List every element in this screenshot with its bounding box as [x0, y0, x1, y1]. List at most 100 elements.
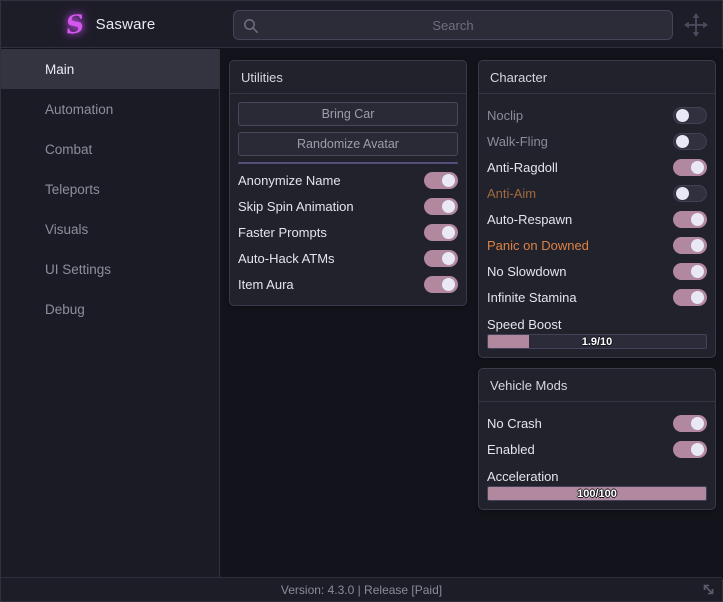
utilities-buttons: Bring Car Randomize Avatar — [238, 102, 458, 156]
toggle-label: No Crash — [487, 415, 542, 431]
toggle-knob — [691, 212, 704, 226]
character-panel: Character Noclip Walk-Fling Anti-Ragdoll… — [478, 60, 716, 358]
toggle-label: Panic on Downed — [487, 237, 589, 253]
toggle-knob — [691, 264, 704, 278]
toggle-knob — [442, 251, 455, 265]
toggle-faster-prompts[interactable] — [424, 223, 458, 241]
toggle-knob — [442, 277, 455, 291]
toggle-knob — [676, 134, 689, 148]
sidebar-item-label: Combat — [45, 141, 93, 157]
toggle-row-auto-respawn: Auto-Respawn — [487, 206, 707, 232]
toggle-knob — [442, 225, 455, 239]
utilities-toggles: Anonymize Name Skip Spin Animation Faste… — [238, 167, 458, 297]
toggle-no-crash[interactable] — [673, 414, 707, 432]
status-bar: Version: 4.3.0 | Release [Paid] — [1, 577, 722, 601]
toggle-label: Anonymize Name — [238, 172, 341, 188]
toggle-item-aura[interactable] — [424, 275, 458, 293]
toggle-knob — [676, 186, 689, 200]
search-bar[interactable] — [233, 10, 673, 40]
sidebar-item-combat[interactable]: Combat — [1, 129, 219, 169]
toggle-row-noclip: Noclip — [487, 102, 707, 128]
speed-boost-slider-block: Speed Boost 1.9/10 — [487, 314, 707, 349]
toggle-knob — [691, 290, 704, 304]
toggle-row-walk-fling: Walk-Fling — [487, 128, 707, 154]
toggle-row-panic-on-downed: Panic on Downed — [487, 232, 707, 258]
toggle-row-enabled: Enabled — [487, 436, 707, 462]
toggle-row-no-slowdown: No Slowdown — [487, 258, 707, 284]
toggle-auto-hack-atms[interactable] — [424, 249, 458, 267]
toggle-label: Anti-Ragdoll — [487, 159, 558, 175]
toggle-label: Item Aura — [238, 276, 294, 292]
content-area: Utilities Bring Car Randomize Avatar Anon… — [221, 49, 723, 579]
toggle-panic-on-downed[interactable] — [673, 236, 707, 254]
move-icon[interactable] — [681, 10, 711, 40]
header-bar: S Sasware — [1, 1, 722, 48]
toggle-noclip[interactable] — [673, 106, 707, 124]
sidebar-item-label: Automation — [45, 101, 114, 117]
utilities-panel: Utilities Bring Car Randomize Avatar Anon… — [229, 60, 467, 306]
toggle-label: Faster Prompts — [238, 224, 327, 240]
utilities-separator — [238, 162, 458, 164]
toggle-label: Enabled — [487, 441, 535, 457]
toggle-label: Auto-Hack ATMs — [238, 250, 335, 266]
toggle-enabled[interactable] — [673, 440, 707, 458]
sidebar-item-label: Teleports — [45, 181, 100, 197]
toggle-row-auto-hack-atms: Auto-Hack ATMs — [238, 245, 458, 271]
brand-name: Sasware — [95, 16, 156, 33]
slider-value: 1.9/10 — [581, 335, 613, 348]
sidebar-item-automation[interactable]: Automation — [1, 89, 219, 129]
toggle-knob — [442, 199, 455, 213]
toggle-infinite-stamina[interactable] — [673, 288, 707, 306]
toggle-row-faster-prompts: Faster Prompts — [238, 219, 458, 245]
sidebar-nav: Main Automation Combat Teleports Visuals… — [1, 49, 220, 579]
sidebar-item-debug[interactable]: Debug — [1, 289, 219, 329]
vehicle-mods-panel-title: Vehicle Mods — [479, 369, 715, 402]
toggle-walk-fling[interactable] — [673, 132, 707, 150]
sasware-logo-icon: S — [64, 9, 86, 40]
randomize-avatar-button[interactable]: Randomize Avatar — [238, 132, 458, 156]
toggle-knob — [691, 160, 704, 174]
toggle-row-anonymize-name: Anonymize Name — [238, 167, 458, 193]
brand: S Sasware — [1, 1, 220, 48]
toggle-knob — [691, 416, 704, 430]
vehicle-toggles: No Crash Enabled — [487, 410, 707, 462]
slider-value: 100/100 — [577, 487, 617, 500]
acceleration-label: Acceleration — [487, 468, 559, 484]
toggle-knob — [691, 442, 704, 456]
version-text: Version: 4.3.0 | Release [Paid] — [280, 582, 443, 597]
sidebar-item-ui-settings[interactable]: UI Settings — [1, 249, 219, 289]
toggle-label: Infinite Stamina — [487, 289, 577, 305]
toggle-row-item-aura: Item Aura — [238, 271, 458, 297]
sidebar-item-teleports[interactable]: Teleports — [1, 169, 219, 209]
toggle-row-infinite-stamina: Infinite Stamina — [487, 284, 707, 310]
bring-car-button[interactable]: Bring Car — [238, 102, 458, 126]
sidebar-item-visuals[interactable]: Visuals — [1, 209, 219, 249]
toggle-row-skip-spin-animation: Skip Spin Animation — [238, 193, 458, 219]
sasware-window: S Sasware Main Automation Combat — [0, 0, 723, 602]
toggle-label: Anti-Aim — [487, 185, 537, 201]
sidebar-item-label: Debug — [45, 301, 85, 317]
toggle-knob — [691, 238, 704, 252]
toggle-anonymize-name[interactable] — [424, 171, 458, 189]
toggle-label: Auto-Respawn — [487, 211, 573, 227]
toggle-label: Noclip — [487, 107, 524, 123]
search-input[interactable] — [234, 11, 672, 39]
speed-boost-label: Speed Boost — [487, 316, 562, 332]
toggle-label: Walk-Fling — [487, 133, 548, 149]
sidebar-item-main[interactable]: Main — [1, 49, 219, 89]
vehicle-mods-panel: Vehicle Mods No Crash Enabled Accelerati… — [478, 368, 716, 510]
resize-icon[interactable] — [701, 582, 716, 597]
sidebar-item-label: Main — [45, 61, 75, 77]
toggle-anti-aim[interactable] — [673, 184, 707, 202]
acceleration-slider[interactable]: 100/100 — [487, 486, 707, 501]
toggle-label: No Slowdown — [487, 263, 567, 279]
toggle-anti-ragdoll[interactable] — [673, 158, 707, 176]
toggle-skip-spin-animation[interactable] — [424, 197, 458, 215]
sidebar-item-label: Visuals — [45, 221, 89, 237]
toggle-auto-respawn[interactable] — [673, 210, 707, 228]
character-toggles: Noclip Walk-Fling Anti-Ragdoll Anti-Aim … — [487, 102, 707, 310]
toggle-knob — [676, 108, 689, 122]
toggle-no-slowdown[interactable] — [673, 262, 707, 280]
speed-boost-slider[interactable]: 1.9/10 — [487, 334, 707, 349]
toggle-row-no-crash: No Crash — [487, 410, 707, 436]
